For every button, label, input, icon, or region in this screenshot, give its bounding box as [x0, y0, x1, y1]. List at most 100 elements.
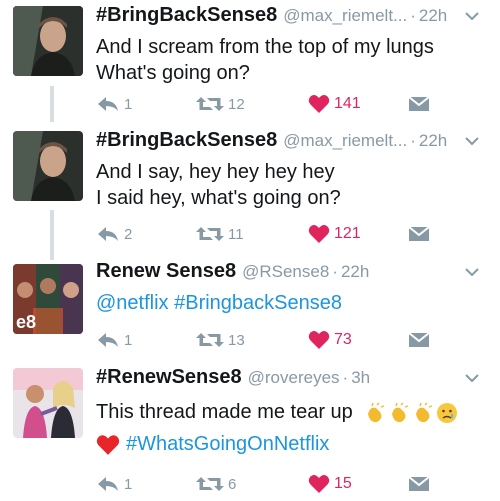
tweet-text: This thread made me tear up #WhatsGoingO… — [96, 396, 480, 460]
username[interactable]: @RSense8 — [242, 262, 329, 282]
separator: · — [342, 368, 349, 387]
reply-button[interactable]: 1 — [96, 93, 132, 115]
envelope-icon — [408, 476, 430, 491]
tweet-text-line: And I say, hey hey hey hey — [96, 161, 335, 183]
tweet-header: #RenewSense8 @rovereyes · 3h — [96, 366, 480, 396]
heart-icon — [308, 225, 330, 243]
timestamp[interactable]: 22h — [419, 131, 447, 151]
retweet-icon — [196, 477, 224, 491]
avatar[interactable]: e8 — [13, 264, 83, 334]
tweet-text-line: What's going on? — [96, 62, 250, 84]
avatar[interactable] — [13, 368, 83, 438]
reply-button[interactable]: 1 — [96, 473, 132, 495]
tweet[interactable]: e8 Renew Sense8 @RSense8 · 22h @netflix … — [0, 258, 500, 360]
envelope-icon — [408, 332, 430, 347]
direct-message-button[interactable] — [408, 93, 430, 115]
tweet-actions: 1 12 141 — [96, 93, 436, 115]
display-name[interactable]: Renew Sense8 — [96, 260, 236, 283]
retweet-icon — [196, 333, 224, 347]
like-count: 121 — [334, 225, 361, 242]
envelope-icon — [408, 96, 430, 111]
like-count: 73 — [334, 331, 352, 348]
tweet-text-line: I said hey, what's going on? — [96, 187, 341, 209]
reply-count: 1 — [124, 95, 133, 113]
display-name[interactable]: #RenewSense8 — [96, 366, 242, 389]
clapping-hands-icon — [368, 402, 385, 422]
reply-icon — [98, 333, 118, 347]
tweet-text-content: This thread made me tear up — [96, 401, 353, 423]
reply-count: 2 — [124, 225, 133, 243]
tweet-actions: 1 6 15 — [96, 473, 436, 495]
chevron-down-icon[interactable] — [464, 266, 480, 278]
separator: · — [332, 262, 338, 281]
retweet-button[interactable]: 12 — [196, 93, 245, 115]
reply-count: 1 — [124, 475, 133, 493]
envelope-icon — [408, 226, 430, 241]
username[interactable]: @rovereyes — [248, 368, 340, 388]
tweet-header: #BringBackSense8 @max_riemelt... · 22h — [96, 129, 480, 159]
retweet-count: 6 — [228, 475, 237, 493]
tweet[interactable]: #BringBackSense8 @max_riemelt... · 22h A… — [0, 125, 500, 255]
retweet-icon — [196, 97, 224, 111]
retweet-button[interactable]: 13 — [196, 329, 245, 351]
direct-message-button[interactable] — [408, 473, 430, 495]
reply-count: 1 — [124, 331, 133, 349]
chevron-down-icon[interactable] — [464, 135, 480, 147]
clapping-hands-icon — [416, 402, 433, 422]
separator: · — [410, 131, 416, 150]
like-button[interactable]: 121 — [308, 223, 361, 245]
reply-icon — [98, 227, 118, 241]
like-button[interactable]: 73 — [308, 329, 352, 351]
tweet-header: Renew Sense8 @RSense8 · 22h — [96, 260, 480, 290]
tweet-header: #BringBackSense8 @max_riemelt... · 22h — [96, 4, 480, 34]
retweet-icon — [196, 227, 224, 241]
heart-icon — [308, 331, 330, 349]
like-count: 141 — [334, 95, 361, 112]
reply-icon — [98, 477, 118, 491]
retweet-count: 11 — [228, 225, 244, 243]
retweet-count: 12 — [228, 95, 245, 113]
timestamp[interactable]: 22h — [419, 6, 447, 26]
chevron-down-icon[interactable] — [464, 10, 480, 22]
like-button[interactable]: 141 — [308, 93, 361, 115]
tweet[interactable]: #BringBackSense8 @max_riemelt... · 22h A… — [0, 0, 500, 125]
hashtag-link[interactable]: #WhatsGoingOnNetflix — [126, 433, 329, 455]
mention-hashtag-link[interactable]: @netflix #BringbackSense8 — [96, 290, 480, 316]
username[interactable]: @max_riemelt... — [283, 6, 407, 26]
timestamp[interactable]: 22h — [341, 262, 369, 282]
display-name[interactable]: #BringBackSense8 — [96, 4, 277, 27]
reply-button[interactable]: 1 — [96, 329, 132, 351]
like-count: 15 — [334, 475, 352, 492]
display-name[interactable]: #BringBackSense8 — [96, 129, 277, 152]
emoji-group — [364, 402, 460, 424]
reply-button[interactable]: 2 — [96, 223, 132, 245]
crying-face-icon — [437, 402, 458, 423]
timestamp[interactable]: 3h — [351, 368, 370, 388]
chevron-down-icon[interactable] — [464, 372, 480, 384]
tweet-text-line: #WhatsGoingOnNetflix — [96, 428, 480, 460]
tweet[interactable]: #RenewSense8 @rovereyes · 3h This thread… — [0, 362, 500, 501]
separator: · — [410, 6, 416, 25]
retweet-button[interactable]: 6 — [196, 473, 236, 495]
heart-icon — [308, 475, 330, 493]
reply-icon — [98, 97, 118, 111]
avatar-text: e8 — [16, 312, 36, 332]
clapping-hands-icon — [392, 402, 409, 422]
avatar[interactable] — [13, 131, 83, 201]
tweet-text-line: And I scream from the top of my lungs — [96, 36, 434, 58]
direct-message-button[interactable] — [408, 329, 430, 351]
username[interactable]: @max_riemelt... — [283, 131, 407, 151]
tweet-text: And I scream from the top of my lungs Wh… — [96, 34, 480, 86]
tweet-actions: 2 11 121 — [96, 223, 436, 245]
tweet-text-line: This thread made me tear up — [96, 396, 480, 428]
tweet-text: @netflix #BringbackSense8 — [96, 290, 480, 316]
like-button[interactable]: 15 — [308, 473, 352, 495]
tweet-text: And I say, hey hey hey hey I said hey, w… — [96, 159, 480, 211]
red-heart-icon — [96, 434, 120, 455]
heart-icon — [308, 95, 330, 113]
direct-message-button[interactable] — [408, 223, 430, 245]
avatar[interactable] — [13, 6, 83, 76]
tweet-actions: 1 13 73 — [96, 329, 436, 351]
retweet-count: 13 — [228, 331, 245, 349]
retweet-button[interactable]: 11 — [196, 223, 244, 245]
